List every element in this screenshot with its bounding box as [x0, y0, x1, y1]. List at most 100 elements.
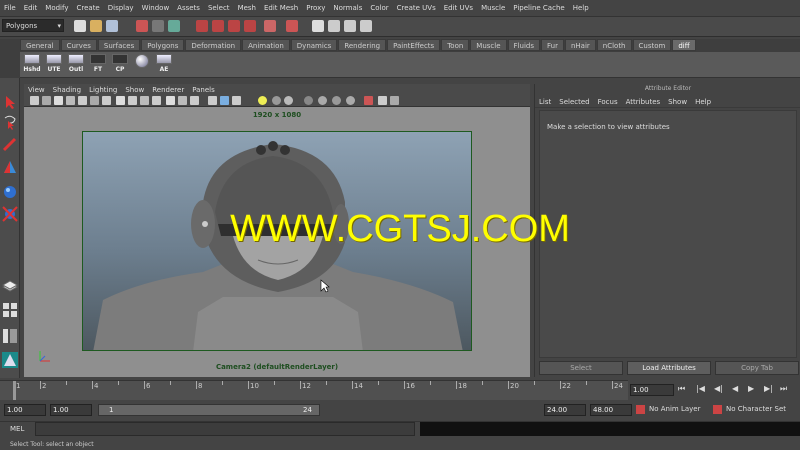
xray-icon[interactable] [284, 96, 293, 105]
animation-start-field[interactable]: 1.00 [4, 404, 46, 416]
playback-start-field[interactable]: 1.00 [50, 404, 92, 416]
step-back-frame-icon[interactable]: ◀| [714, 384, 723, 393]
default-lighting-icon[interactable] [220, 96, 229, 105]
move-tool-icon[interactable] [2, 160, 18, 176]
menu-modify[interactable]: Modify [41, 4, 72, 12]
lasso-tool-icon[interactable] [2, 114, 18, 130]
current-frame-field[interactable]: 1.00 [630, 384, 674, 396]
select-hierarchy-icon[interactable] [136, 20, 148, 32]
shelf-button-ft[interactable]: FT [88, 54, 108, 76]
wireframe-icon[interactable] [166, 96, 175, 105]
motion-blur-icon[interactable] [332, 96, 341, 105]
shelf-tab-polygons[interactable]: Polygons [141, 39, 185, 51]
ae-menu-show[interactable]: Show [664, 98, 691, 106]
playback-end-field[interactable]: 24.00 [544, 404, 586, 416]
snap-curve-icon[interactable] [212, 20, 224, 32]
bookmark-icon[interactable] [54, 96, 63, 105]
shelf-button-cp[interactable]: CP [110, 54, 130, 76]
menu-assets[interactable]: Assets [173, 4, 204, 12]
resolution-gate-icon[interactable] [102, 96, 111, 105]
render-settings-icon[interactable] [360, 20, 372, 32]
viewport-menu-panels[interactable]: Panels [188, 86, 219, 94]
new-scene-icon[interactable] [74, 20, 86, 32]
wireframe-on-shaded-icon[interactable] [190, 96, 199, 105]
command-input[interactable] [35, 422, 415, 436]
textured-icon[interactable] [208, 96, 217, 105]
use-all-lights-icon[interactable] [258, 96, 267, 105]
shelf-tab-animation[interactable]: Animation [242, 39, 290, 51]
menu-edit-uvs[interactable]: Edit UVs [440, 4, 477, 12]
safe-title-icon[interactable] [152, 96, 161, 105]
open-scene-icon[interactable] [90, 20, 102, 32]
shelf-tab-nhair[interactable]: nHair [564, 39, 596, 51]
shelf-tab-general[interactable]: General [20, 39, 60, 51]
ipr-render-icon[interactable] [344, 20, 356, 32]
menu-normals[interactable]: Normals [329, 4, 366, 12]
shelf-button-ae[interactable]: AE [154, 54, 174, 76]
menu-help[interactable]: Help [569, 4, 593, 12]
menu-create[interactable]: Create [72, 4, 103, 12]
viewport-menu-show[interactable]: Show [121, 86, 148, 94]
isolate-select-icon[interactable] [304, 96, 313, 105]
shelf-button-ute[interactable]: UTE [44, 54, 64, 76]
snap-surface-icon[interactable] [244, 20, 256, 32]
history-icon[interactable] [264, 20, 276, 32]
shelf-tab-dynamics[interactable]: Dynamics [290, 39, 338, 51]
ae-menu-help[interactable]: Help [691, 98, 715, 106]
select-tool-icon[interactable] [2, 94, 18, 110]
script-language-label[interactable]: MEL [10, 425, 24, 433]
shelf-tab-muscle[interactable]: Muscle [470, 39, 507, 51]
perspective-viewport[interactable]: 1920 x 1080 Camera2 (defaultRenderLayer) [24, 107, 530, 377]
snap-point-icon[interactable] [228, 20, 240, 32]
paint-select-tool-icon[interactable] [2, 136, 18, 152]
shelf-tab-deformation[interactable]: Deformation [185, 39, 242, 51]
layout-two-icon[interactable] [2, 328, 18, 344]
ae-menu-attributes[interactable]: Attributes [622, 98, 665, 106]
range-slider[interactable]: 1 24 [98, 404, 320, 416]
select-button[interactable]: Select [539, 361, 623, 375]
menu-create-uvs[interactable]: Create UVs [393, 4, 440, 12]
high-quality-icon[interactable] [272, 96, 281, 105]
menu-display[interactable]: Display [104, 4, 138, 12]
field-chart-icon[interactable] [128, 96, 137, 105]
save-scene-icon[interactable] [106, 20, 118, 32]
construction-history-icon[interactable] [286, 20, 298, 32]
load-attributes-button[interactable]: Load Attributes [627, 361, 711, 375]
animation-end-field[interactable]: 48.00 [590, 404, 632, 416]
shelf-tab-rendering[interactable]: Rendering [338, 39, 387, 51]
viewport-menu-shading[interactable]: Shading [49, 86, 85, 94]
go-to-start-icon[interactable]: ⏮ [678, 384, 685, 394]
copy-tab-button[interactable]: Copy Tab [715, 361, 799, 375]
menu-edit-mesh[interactable]: Edit Mesh [260, 4, 302, 12]
shelf-tab-painteffects[interactable]: PaintEffects [387, 39, 441, 51]
menu-select[interactable]: Select [204, 4, 234, 12]
grid-icon[interactable] [78, 96, 87, 105]
viewport-menu-renderer[interactable]: Renderer [148, 86, 188, 94]
panel-layout-icon[interactable] [390, 96, 399, 105]
current-time-marker[interactable] [13, 381, 16, 400]
shelf-tab-curves[interactable]: Curves [60, 39, 97, 51]
snap-grid-icon[interactable] [196, 20, 208, 32]
menu-window[interactable]: Window [138, 4, 174, 12]
shelf-button-outl[interactable]: Outl [66, 54, 86, 76]
ae-menu-selected[interactable]: Selected [555, 98, 593, 106]
camera-attrs-icon[interactable] [42, 96, 51, 105]
shelf-tab-fluids[interactable]: Fluids [507, 39, 540, 51]
shelf-button-hshd[interactable]: Hshd [22, 54, 42, 76]
ae-menu-focus[interactable]: Focus [594, 98, 622, 106]
camera-lock-icon[interactable] [364, 96, 373, 105]
menu-edit[interactable]: Edit [20, 4, 42, 12]
step-back-key-icon[interactable]: |◀ [696, 384, 705, 393]
layout-single-icon[interactable] [1, 278, 19, 294]
shelf-tab-surfaces[interactable]: Surfaces [97, 39, 141, 51]
layout-four-icon[interactable] [2, 302, 18, 318]
stereo-icon[interactable] [378, 96, 387, 105]
safe-action-icon[interactable] [140, 96, 149, 105]
film-gate-icon[interactable] [90, 96, 99, 105]
hypershade-layout-icon[interactable] [2, 352, 18, 368]
rotate-tool-icon[interactable] [2, 184, 18, 200]
go-to-end-icon[interactable]: ⏭ [780, 384, 787, 394]
shelf-tab-diff[interactable]: diff [672, 39, 696, 51]
scale-tool-icon[interactable] [2, 206, 18, 222]
anim-layer-label[interactable]: No Anim Layer [649, 405, 700, 413]
